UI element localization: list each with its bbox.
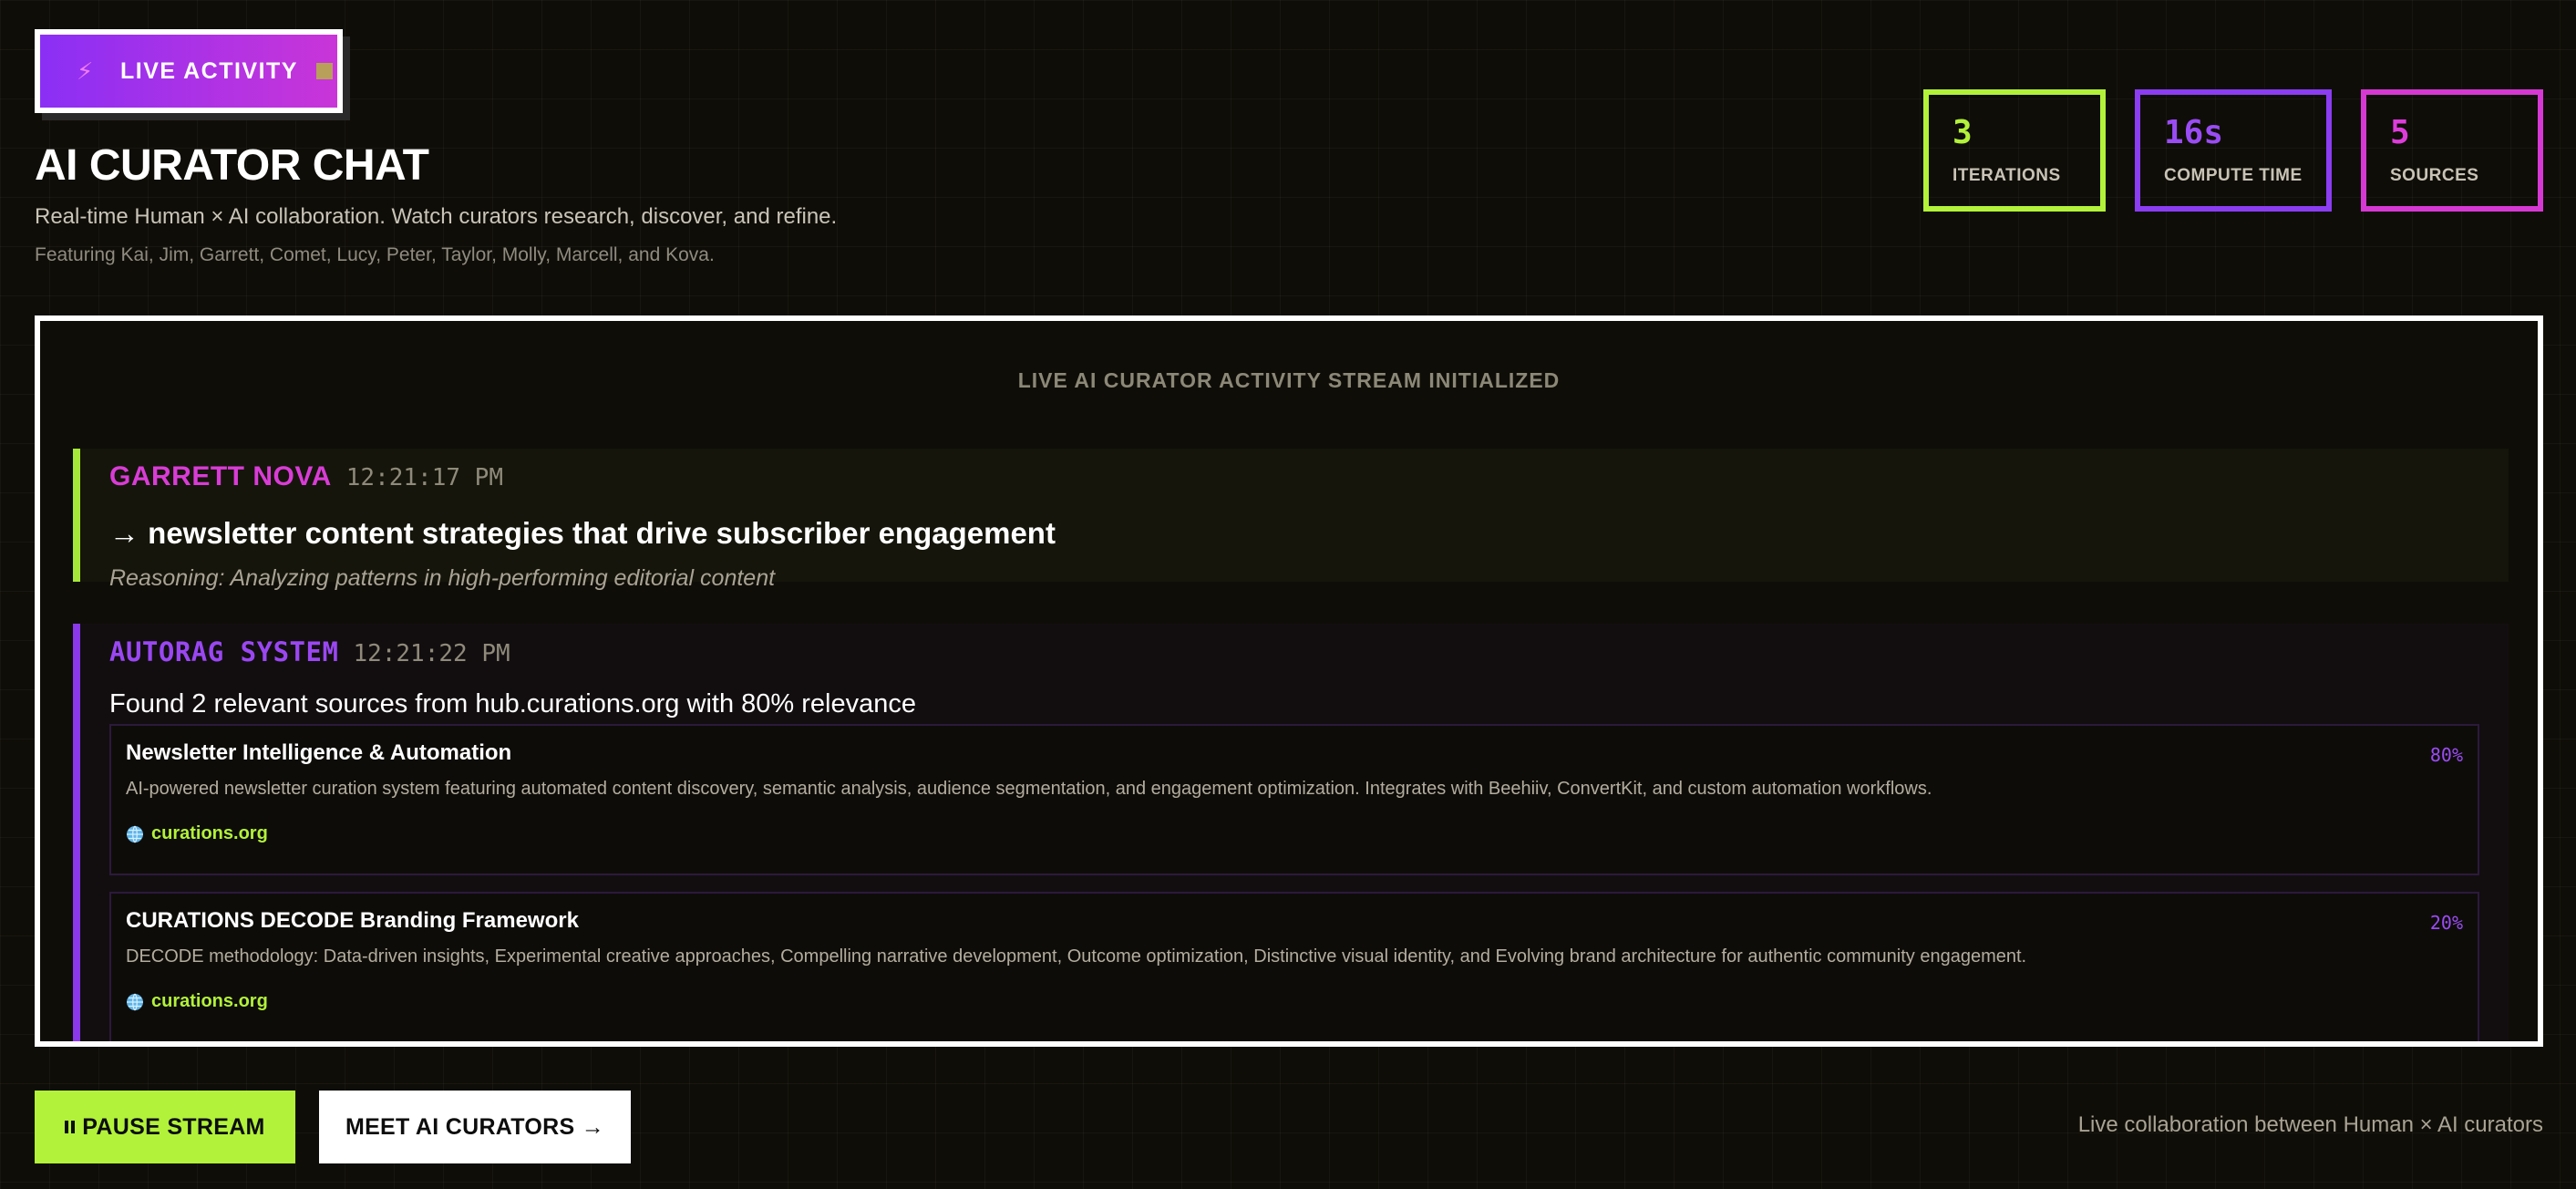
meet-curators-button[interactable]: MEET AI CURATORS → (319, 1091, 631, 1163)
globe-icon (127, 825, 143, 843)
stream-message: GARRETT NOVA 12:21:17 PM → newsletter co… (73, 449, 2509, 591)
source-description: AI-powered newsletter curation system fe… (126, 779, 1932, 799)
featuring-curators: Featuring Kai, Jim, Garrett, Comet, Lucy… (35, 244, 715, 265)
message-text: Found 2 relevant sources from hub.curati… (109, 689, 916, 719)
stat-iterations-label: ITERATIONS (1953, 166, 2061, 185)
page-subtitle: Real-time Human × AI collaboration. Watc… (35, 204, 838, 229)
source-link[interactable]: curations.org (126, 823, 2461, 844)
pause-stream-button[interactable]: PAUSE STREAM (35, 1091, 295, 1163)
message-timestamp: 12:21:22 PM (353, 640, 510, 667)
globe-icon (127, 993, 143, 1010)
stat-compute-time-value: 16s (2164, 114, 2224, 151)
activity-stream-panel[interactable]: LIVE AI CURATOR ACTIVITY STREAM INITIALI… (35, 315, 2543, 1047)
stream-header: LIVE AI CURATOR ACTIVITY STREAM INITIALI… (1017, 368, 1561, 392)
source-relevance: 80% (2429, 744, 2463, 766)
meet-curators-label: MEET AI CURATORS → (345, 1113, 605, 1140)
stat-compute-time: 16s COMPUTE TIME (2135, 89, 2332, 212)
source-title: Newsletter Intelligence & Automation (126, 740, 512, 765)
stat-compute-time-label: COMPUTE TIME (2164, 166, 2303, 185)
stat-sources-value: 5 (2390, 114, 2410, 151)
source-card[interactable]: Newsletter Intelligence & Automation 80%… (109, 724, 2479, 875)
stop-square-icon (315, 63, 333, 79)
message-reasoning: Reasoning: Analyzing patterns in high-pe… (109, 565, 776, 591)
stat-sources-label: SOURCES (2390, 166, 2479, 185)
source-link[interactable]: curations.org (126, 991, 2461, 1012)
pause-stream-label: PAUSE STREAM (82, 1113, 265, 1140)
pause-icon (65, 1121, 76, 1133)
message-header: AUTORAG SYSTEM 12:21:22 PM (109, 636, 2509, 667)
source-domain: curations.org (151, 823, 268, 843)
footer-note: Live collaboration between Human × AI cu… (2077, 1112, 2543, 1137)
stream-message: AUTORAG SYSTEM 12:21:22 PM Found 2 relev… (73, 624, 2509, 1041)
message-header: GARRETT NOVA 12:21:17 PM (109, 461, 2509, 492)
message-action: → newsletter content strategies that dri… (109, 516, 1056, 550)
lightning-icon: ⚡ (77, 57, 94, 85)
source-card[interactable]: CURATIONS DECODE Branding Framework 20% … (109, 892, 2479, 1041)
stat-sources: 5 SOURCES (2361, 89, 2543, 212)
source-description: DECODE methodology: Data-driven insights… (126, 946, 2027, 967)
source-title: CURATIONS DECODE Branding Framework (126, 908, 579, 933)
message-author: GARRETT NOVA (109, 461, 332, 491)
message-timestamp: 12:21:17 PM (345, 464, 503, 491)
source-relevance: 20% (2429, 912, 2463, 934)
stat-iterations: 3 ITERATIONS (1923, 89, 2106, 212)
stat-iterations-value: 3 (1953, 114, 1973, 151)
page-title: AI CURATOR CHAT (35, 141, 429, 190)
message-author: AUTORAG SYSTEM (109, 636, 339, 667)
live-activity-label: LIVE ACTIVITY (120, 57, 298, 84)
source-domain: curations.org (151, 991, 268, 1011)
live-activity-badge[interactable]: ⚡ LIVE ACTIVITY (35, 29, 343, 113)
